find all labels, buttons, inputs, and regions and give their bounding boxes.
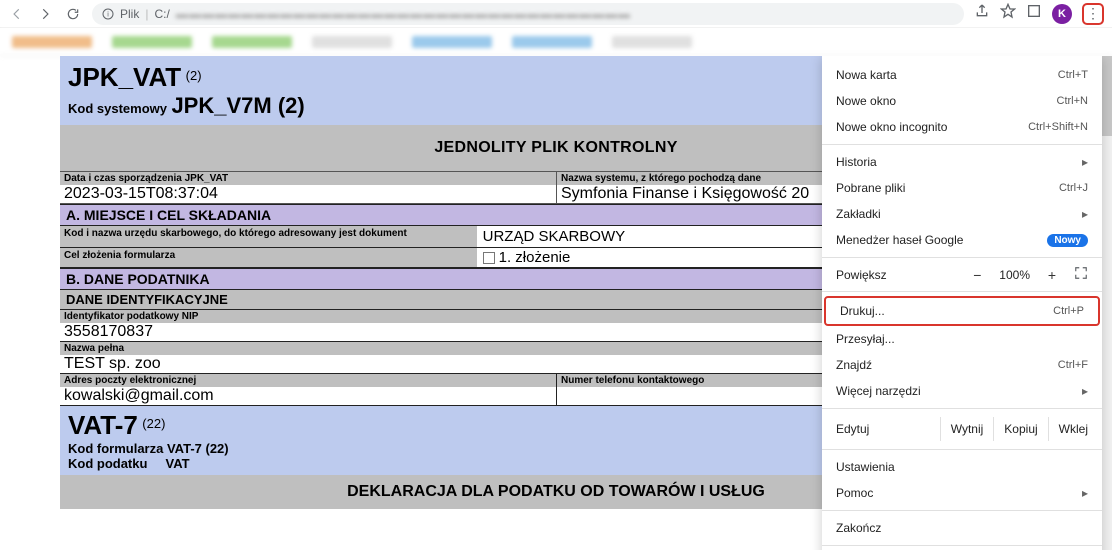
menu-history[interactable]: Historia▸: [822, 149, 1102, 175]
menu-passwords[interactable]: Menedżer haseł GoogleNowy: [822, 227, 1102, 253]
menu-settings[interactable]: Ustawienia: [822, 454, 1102, 480]
file-info-icon: i: [102, 8, 114, 20]
browser-menu-button[interactable]: ⋮: [1082, 3, 1104, 25]
profile-avatar[interactable]: K: [1052, 4, 1072, 24]
addr-blurred: ▬▬▬▬▬▬▬▬▬▬▬▬▬▬▬▬▬▬▬▬▬▬▬▬▬▬▬▬▬▬▬▬▬▬▬: [176, 7, 954, 21]
kod-pod-val: VAT: [166, 456, 190, 471]
kod-sys-label: Kod systemowy: [68, 101, 167, 116]
vat7-title: VAT-7: [68, 410, 138, 440]
browser-menu: Nowa kartaCtrl+T Nowe oknoCtrl+N Nowe ok…: [822, 56, 1102, 550]
forward-button[interactable]: [36, 5, 54, 23]
zoom-in-button[interactable]: +: [1044, 267, 1060, 283]
email-value: kowalski@gmail.com: [60, 387, 556, 405]
menu-find[interactable]: ZnajdźCtrl+F: [822, 352, 1102, 378]
zoom-value: 100%: [999, 268, 1030, 282]
email-label: Adres poczty elektronicznej: [60, 374, 556, 387]
new-badge: Nowy: [1047, 234, 1088, 247]
vat7-rev: (22): [142, 416, 165, 431]
browser-toolbar: i Plik | C:/ ▬▬▬▬▬▬▬▬▬▬▬▬▬▬▬▬▬▬▬▬▬▬▬▬▬▬▬…: [0, 0, 1112, 28]
share-icon[interactable]: [974, 3, 990, 24]
menu-incognito[interactable]: Nowe okno incognitoCtrl+Shift+N: [822, 114, 1102, 140]
menu-exit[interactable]: Zakończ: [822, 515, 1102, 541]
addr-path: C:/: [154, 7, 169, 21]
addr-prefix: Plik: [120, 7, 139, 21]
menu-paste[interactable]: Wklej: [1048, 417, 1098, 441]
fullscreen-icon[interactable]: [1074, 266, 1088, 283]
menu-downloads[interactable]: Pobrane plikiCtrl+J: [822, 175, 1102, 201]
kod-form-val: VAT-7 (22): [167, 441, 229, 456]
address-bar[interactable]: i Plik | C:/ ▬▬▬▬▬▬▬▬▬▬▬▬▬▬▬▬▬▬▬▬▬▬▬▬▬▬▬…: [92, 3, 964, 25]
jpk-rev: (2): [186, 68, 202, 83]
extension-icon[interactable]: [1026, 3, 1042, 24]
back-button[interactable]: [8, 5, 26, 23]
zoom-out-button[interactable]: −: [969, 267, 985, 283]
cel-label: Cel złożenia formularza: [60, 248, 477, 267]
menu-copy[interactable]: Kopiuj: [993, 417, 1047, 441]
kod-sys-val: JPK_V7M (2): [171, 93, 304, 118]
data-label: Data i czas sporządzenia JPK_VAT: [60, 172, 556, 185]
cel-value: 1. złożenie: [499, 249, 571, 266]
menu-more-tools[interactable]: Więcej narzędzi▸: [822, 378, 1102, 404]
jpk-title: JPK_VAT: [68, 62, 181, 92]
svg-text:i: i: [107, 11, 109, 18]
page-viewport: JPK_VAT (2) Kod systemowy JPK_V7M (2) JE…: [0, 56, 1112, 550]
menu-new-tab[interactable]: Nowa kartaCtrl+T: [822, 62, 1102, 88]
menu-new-window[interactable]: Nowe oknoCtrl+N: [822, 88, 1102, 114]
kod-pod-label: Kod podatku: [68, 456, 147, 471]
menu-cast[interactable]: Przesyłaj...: [822, 326, 1102, 352]
cel-checkbox[interactable]: [483, 252, 495, 264]
menu-print[interactable]: Drukuj...Ctrl+P: [824, 296, 1100, 326]
menu-zoom: Powiększ − 100% +: [822, 262, 1102, 287]
data-value: 2023-03-15T08:37:04: [60, 185, 556, 203]
urzad-label: Kod i nazwa urzędu skarbowego, do któreg…: [60, 226, 477, 247]
menu-help[interactable]: Pomoc▸: [822, 480, 1102, 506]
menu-cut[interactable]: Wytnij: [940, 417, 994, 441]
star-icon[interactable]: [1000, 3, 1016, 24]
reload-button[interactable]: [64, 5, 82, 23]
bookmark-bar: [0, 28, 1112, 56]
kod-form-label: Kod formularza: [68, 441, 163, 456]
menu-bookmarks[interactable]: Zakładki▸: [822, 201, 1102, 227]
menu-edit: Edytuj Wytnij Kopiuj Wklej: [822, 413, 1102, 445]
